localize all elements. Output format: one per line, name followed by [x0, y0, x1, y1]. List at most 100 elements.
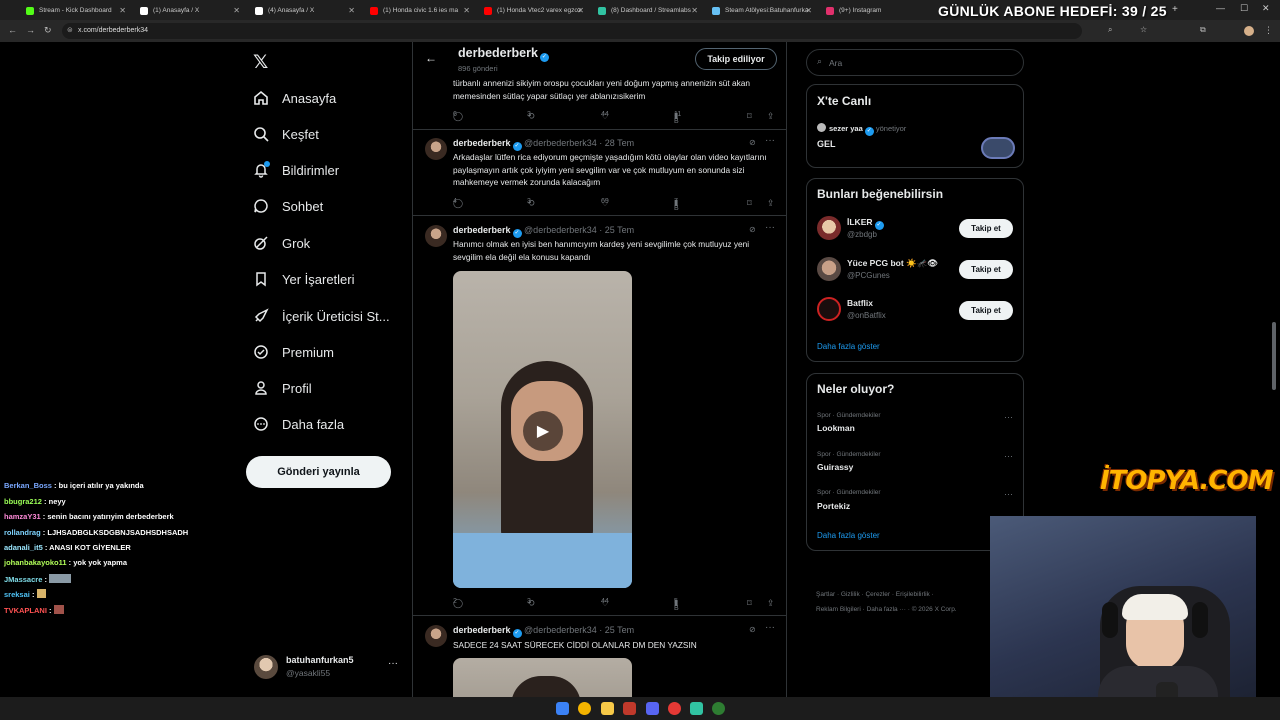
space-title[interactable]: GEL — [817, 139, 836, 149]
chrome-icon[interactable] — [578, 702, 591, 715]
tweet[interactable]: derbederberk ✓ @derbederberk34 · 25 Tem ⊘… — [413, 216, 786, 616]
window-close-icon[interactable]: ✕ — [1262, 3, 1270, 14]
play-icon[interactable]: ▶ — [523, 411, 563, 451]
grok-icon[interactable]: ⊘ — [749, 225, 756, 234]
post-button[interactable]: Gönderi yayınla — [246, 456, 391, 488]
app-x-icon[interactable] — [623, 702, 636, 715]
author-avatar[interactable] — [425, 625, 447, 647]
browser-tab[interactable]: (9+) Instagram — [820, 2, 932, 19]
maximize-icon[interactable]: ☐ — [1240, 3, 1248, 14]
user-avatar[interactable] — [817, 216, 841, 240]
suggested-user-name[interactable]: Batflix — [847, 298, 873, 308]
tweet-text: Arkadaşlar lütfen rica ediyorum geçmişte… — [453, 152, 767, 187]
account-avatar[interactable] — [254, 655, 278, 679]
zoom-icon[interactable]: ⌕ — [1108, 25, 1112, 35]
tweet-author[interactable]: derbederberk ✓ @derbederberk34 · 25 Tem — [453, 225, 634, 238]
grok-icon[interactable]: ⊘ — [749, 138, 756, 147]
author-avatar[interactable] — [425, 138, 447, 160]
back-icon[interactable]: ← — [8, 25, 17, 35]
nav-explore[interactable]: Keşfet — [252, 122, 319, 146]
trend-more-icon[interactable]: ··· — [1004, 412, 1013, 422]
discord-icon[interactable] — [646, 702, 659, 715]
tweet-video[interactable]: ▶ — [453, 271, 632, 588]
space-listeners-avatars[interactable] — [981, 137, 1015, 159]
suggested-user-name[interactable]: Yüce PCG bot ☀️🦟👁 — [847, 258, 938, 269]
nav-premium[interactable]: Premium — [252, 340, 334, 364]
user-avatar[interactable] — [817, 257, 841, 281]
nav-grok[interactable]: Grok — [252, 231, 310, 255]
trend-name[interactable]: Lookman — [817, 423, 855, 433]
bookmark-star-icon[interactable]: ☆ — [1140, 25, 1147, 34]
sponsor-logo: İTOPYA.COM — [1100, 466, 1273, 496]
tweet-author[interactable]: derbederberk ✓ @derbederberk34 · 25 Tem — [453, 625, 634, 638]
live-host[interactable]: sezer yaa ✓ yönetiyor — [817, 123, 906, 136]
minimize-icon[interactable]: — — [1216, 3, 1225, 13]
browser-tab[interactable]: (1) Honda Vtec2 varex egzoz ✕ — [478, 2, 590, 19]
nav-more[interactable]: Daha fazla — [252, 412, 344, 436]
extensions-icon[interactable]: ⧉ — [1200, 25, 1206, 35]
show-more-link[interactable]: Daha fazla göster — [817, 531, 880, 540]
trend-more-icon[interactable]: ··· — [1004, 451, 1013, 461]
x-logo-icon[interactable]: 𝕏 — [253, 51, 268, 73]
tweet-more-icon[interactable]: ··· — [765, 135, 775, 146]
user-avatar[interactable] — [817, 297, 841, 321]
nav-notifications[interactable]: Bildirimler — [252, 158, 339, 182]
following-button[interactable]: Takip ediliyor — [695, 48, 777, 70]
nav-home[interactable]: Anasayfa — [252, 86, 336, 110]
close-icon[interactable]: ✕ — [805, 6, 812, 15]
nav-bookmarks[interactable]: Yer İşaretleri — [252, 267, 355, 291]
tweet[interactable]: derbederberk ✓ @derbederberk34 · 28 Tem ⊘… — [413, 130, 786, 216]
nav-creator-studio[interactable]: İçerik Üreticisi St... — [252, 304, 390, 328]
grok-icon[interactable]: ⊘ — [749, 625, 756, 634]
follow-button[interactable]: Takip et — [959, 219, 1013, 238]
close-icon[interactable]: ✕ — [691, 6, 698, 15]
page-scrollbar[interactable] — [1272, 322, 1276, 390]
back-arrow-icon[interactable]: ← — [425, 51, 437, 65]
app-green-icon[interactable] — [712, 702, 725, 715]
bookmark-icon: ⌑ — [747, 598, 752, 608]
tweet-more-icon[interactable]: ··· — [765, 622, 775, 633]
windows-start-icon[interactable] — [556, 702, 569, 715]
profile-timeline: ← derbederberk ✓ 896 gönderi Takip ediliy… — [412, 42, 787, 720]
site-info-icon[interactable]: ⊜ — [67, 23, 73, 39]
trend-more-icon[interactable]: ··· — [1004, 489, 1013, 499]
steam-icon — [712, 6, 720, 15]
tweet[interactable]: türbanlı annenizi sikiyim orospu çocukla… — [413, 76, 786, 130]
app-record-icon[interactable] — [668, 702, 681, 715]
file-explorer-icon[interactable] — [601, 702, 614, 715]
menu-kebab-icon[interactable]: ⋮ — [1264, 25, 1273, 36]
tweet-author[interactable]: derbederberk ✓ @derbederberk34 · 28 Tem — [453, 138, 634, 151]
profile-avatar[interactable] — [1244, 26, 1254, 36]
footer-links[interactable]: Şartlar · Gizlilik · Çerezler · Erişileb… — [816, 591, 934, 598]
nav-chat[interactable]: Sohbet — [252, 194, 323, 218]
streamlabs-icon[interactable] — [690, 702, 703, 715]
account-menu-icon[interactable]: ··· — [388, 658, 398, 669]
nav-profile[interactable]: Profil — [252, 376, 312, 400]
browser-tab[interactable]: Steam Atölyesi:Batuhanfurka ✕ — [706, 2, 818, 19]
author-avatar[interactable] — [425, 225, 447, 247]
browser-tab[interactable]: (4) Anasayfa / X ✕ — [249, 2, 361, 19]
browser-tab[interactable]: (1) Anasayfa / X ✕ — [134, 2, 246, 19]
search-box[interactable]: ⌕ Ara — [806, 49, 1024, 76]
verified-badge-icon: ✓ — [874, 221, 884, 230]
reload-icon[interactable]: ↻ — [44, 25, 52, 36]
browser-tab[interactable]: (1) Honda civic 1.6 ies ma ✕ — [364, 2, 476, 19]
url-input[interactable]: ⊜ x.com/derbederberk34 — [62, 23, 1082, 39]
show-more-link[interactable]: Daha fazla göster — [817, 342, 880, 351]
browser-tab[interactable]: Stream - Kick Dashboard ✕ — [20, 2, 132, 19]
close-icon[interactable]: ✕ — [233, 6, 240, 15]
suggested-user-name[interactable]: İLKER ✓ — [847, 217, 884, 230]
close-icon[interactable]: ✕ — [577, 6, 584, 15]
trend-name[interactable]: Guirassy — [817, 462, 853, 472]
close-icon[interactable]: ✕ — [348, 6, 355, 15]
trend-name[interactable]: Portekiz — [817, 501, 850, 511]
follow-button[interactable]: Takip et — [959, 260, 1013, 279]
tweet-more-icon[interactable]: ··· — [765, 222, 775, 233]
follow-button[interactable]: Takip et — [959, 301, 1013, 320]
browser-tab[interactable]: (8) Dashboard / Streamlabs ✕ — [592, 2, 704, 19]
close-icon[interactable]: ✕ — [119, 6, 126, 15]
forward-icon[interactable]: → — [26, 25, 35, 35]
new-tab-icon[interactable]: + — [1172, 4, 1178, 15]
close-icon[interactable]: ✕ — [463, 6, 470, 15]
footer-links[interactable]: Reklam Bilgileri · Daha fazla ··· · © 20… — [816, 606, 957, 613]
